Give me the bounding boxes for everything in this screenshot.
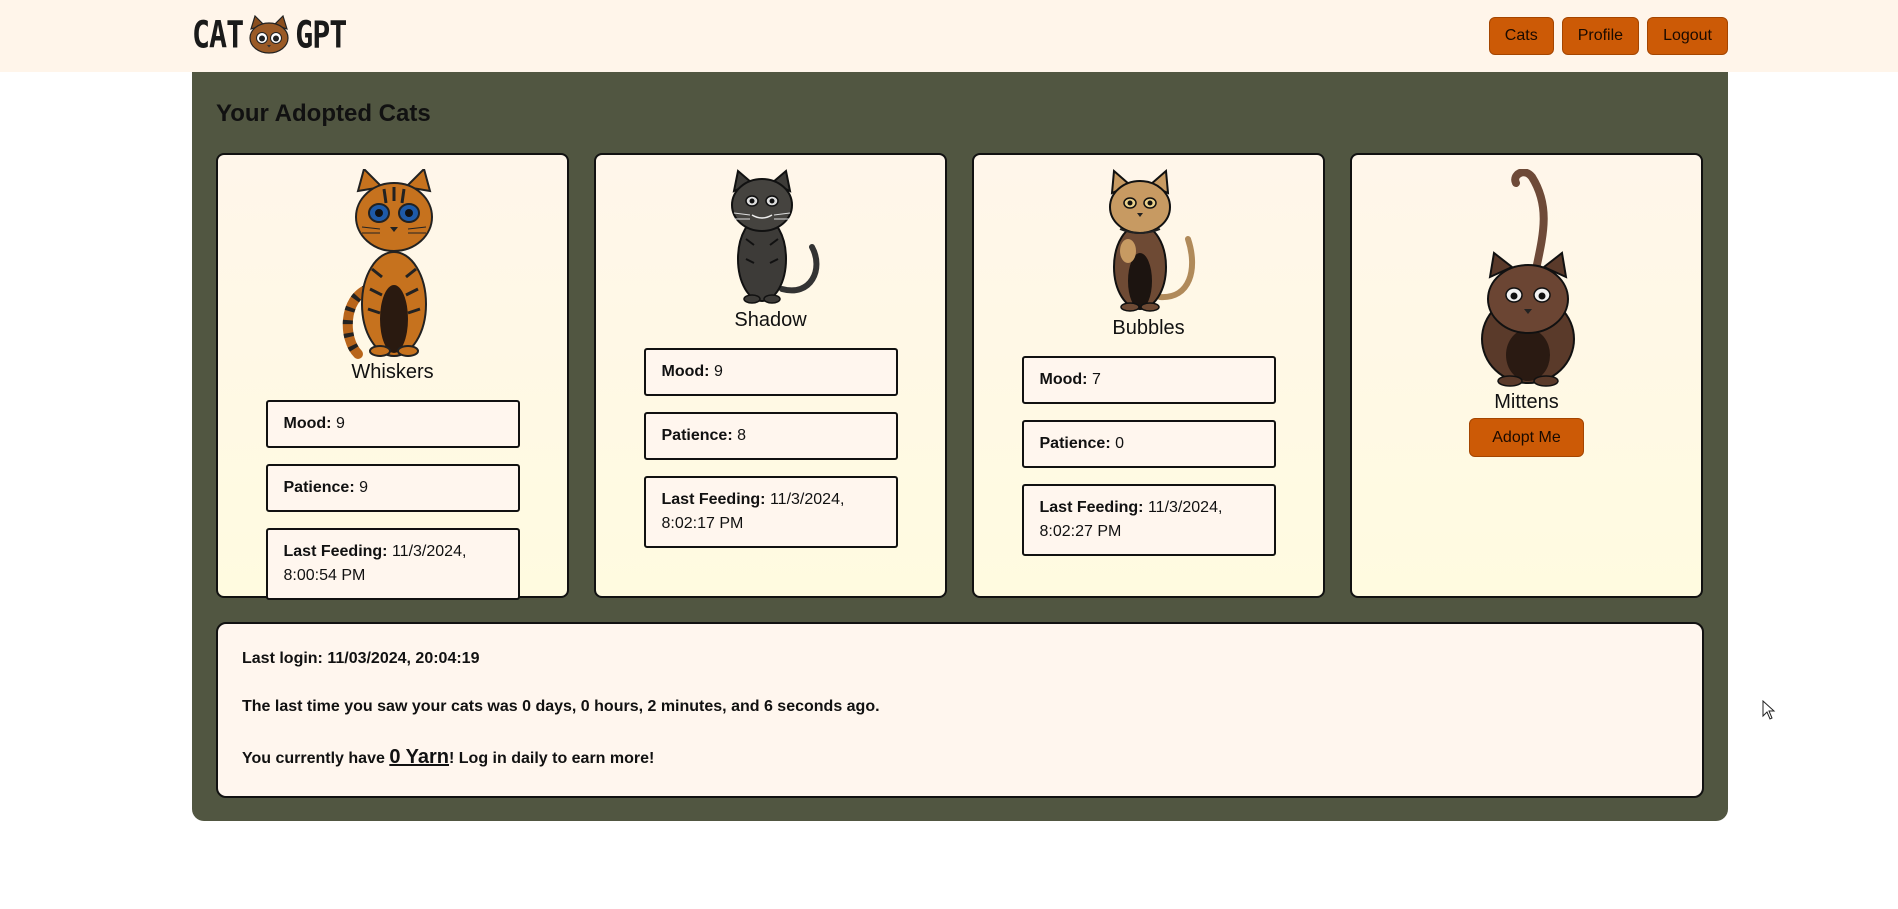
last-login-text: Last login: 11/03/2024, 20:04:19 [242,650,480,667]
cursor-arrow-icon [1762,700,1776,720]
cat-card-bubbles: Bubbles Mood: 7 Patience: 0 Last Feeding… [972,153,1325,598]
last-feeding-stat: Last Feeding: 11/3/2024, 8:00:54 PM [265,528,520,600]
mood-stat: Mood: 9 [643,348,898,396]
logout-button[interactable]: Logout [1647,17,1728,55]
cat-name: Mittens [1494,391,1559,413]
mood-value: 9 [335,415,345,432]
patience-label: Patience: [661,427,733,444]
shadow-cat-image [730,169,819,304]
mood-label: Mood: [1039,371,1088,388]
last-feeding-stat: Last Feeding: 11/3/2024, 8:02:17 PM [643,476,898,548]
yarn-amount-link[interactable]: 0 Yarn [389,746,449,768]
cat-card-shadow: Shadow Mood: 9 Patience: 8 Last Feeding:… [594,153,947,598]
mood-value: 7 [1091,371,1101,388]
patience-label: Patience: [283,479,355,496]
adopt-me-button[interactable]: Adopt Me [1469,418,1584,457]
last-seen-text: The last time you saw your cats was 0 da… [242,698,880,715]
yarn-prefix: You currently have [242,750,390,767]
cat-name: Bubbles [1112,317,1185,339]
yarn-text: You currently have 0 Yarn! Log in daily … [242,746,1678,769]
patience-value: 0 [1115,435,1124,452]
top-navbar: CAT GPT Cats Profile Logout [0,0,1898,72]
cat-card-mittens: Mittens Adopt Me [1350,153,1703,598]
mittens-cat-image [1480,169,1575,387]
catgpt-logo[interactable]: CAT GPT [192,13,347,57]
last-feeding-stat: Last Feeding: 11/3/2024, 8:02:27 PM [1021,484,1276,556]
profile-button[interactable]: Profile [1561,17,1640,55]
login-info-box: Last login: 11/03/2024, 20:04:19 The las… [216,622,1704,798]
cats-button[interactable]: Cats [1488,17,1554,55]
last-feeding-label: Last Feeding: [1039,499,1144,516]
whiskers-cat-image [342,169,433,359]
yarn-suffix: ! Log in daily to earn more! [449,750,655,767]
mood-label: Mood: [283,415,332,432]
last-feeding-label: Last Feeding: [661,491,766,508]
patience-stat: Patience: 8 [643,412,898,460]
nav-buttons: Cats Profile Logout [1488,17,1728,55]
logo-text-left: CAT [192,13,244,57]
page-title: Your Adopted Cats [216,100,431,127]
cat-name: Shadow [734,309,807,331]
cat-name: Whiskers [351,361,434,383]
patience-value: 8 [737,427,746,444]
patience-stat: Patience: 9 [265,464,520,512]
bubbles-cat-image [1108,169,1195,312]
mood-value: 9 [713,363,723,380]
cat-face-logo-icon [249,15,289,54]
mood-label: Mood: [661,363,710,380]
last-feeding-label: Last Feeding: [283,543,388,560]
logo-text-right: GPT [295,13,347,57]
mood-stat: Mood: 9 [265,400,520,448]
patience-stat: Patience: 0 [1021,420,1276,468]
mood-stat: Mood: 7 [1021,356,1276,404]
cat-card-whiskers: Whiskers Mood: 9 Patience: 9 Last Feedin… [216,153,569,600]
patience-label: Patience: [1039,435,1111,452]
adopted-cats-panel: Your Adopted Cats Whiskers Mood: 9 Patie… [192,72,1728,821]
patience-value: 9 [359,479,368,496]
